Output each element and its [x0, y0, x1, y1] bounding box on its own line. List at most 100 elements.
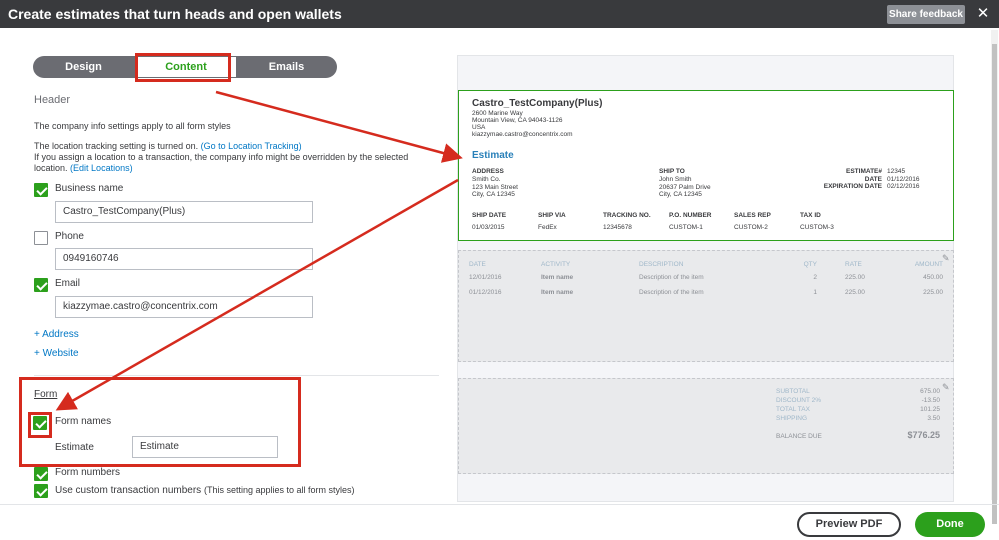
preview-ship-header: SHIP VIA [538, 212, 566, 219]
estimate-label: Estimate [55, 442, 94, 453]
form-names-label: Form names [55, 416, 112, 427]
total-value: 101.25 [920, 406, 940, 413]
items-header: ACTIVITY [541, 261, 571, 268]
total-label: SHIPPING [776, 415, 808, 422]
estimate-name-input[interactable]: Estimate [132, 436, 278, 458]
location-prefix: location. [34, 163, 68, 173]
preview-estimate-no-label: ESTIMATE# [846, 168, 882, 175]
business-name-checkbox[interactable] [34, 183, 48, 197]
preview-email: kiazzymae.castro@concentrix.com [472, 131, 573, 138]
preview-addr2: Mountain View, CA 94043-1126 [472, 117, 563, 124]
edit-locations-link[interactable]: (Edit Locations) [70, 163, 133, 173]
item-cell: 450.00 [923, 274, 943, 281]
company-info-note: The company info settings apply to all f… [34, 121, 231, 131]
preview-pdf-button[interactable]: Preview PDF [797, 512, 901, 537]
add-website-link[interactable]: + Website [34, 348, 79, 359]
item-cell: Item name [541, 289, 574, 296]
preview-ship-header: SHIP DATE [472, 212, 507, 219]
total-label: SUBTOTAL [776, 388, 810, 395]
preview-totals-section[interactable] [458, 378, 954, 474]
preview-company-name: Castro_TestCompany(Plus) [472, 98, 603, 109]
preview-ship-value: CUSTOM-3 [800, 224, 834, 231]
preview-ship-value: CUSTOM-2 [734, 224, 768, 231]
phone-label: Phone [55, 231, 84, 242]
preview-address-line: City, CA 12345 [472, 191, 515, 198]
preview-shipto-label: SHIP TO [659, 168, 685, 175]
preview-ship-header: SALES REP [734, 212, 771, 219]
close-icon[interactable]: ✕ [975, 4, 991, 22]
items-header: DESCRIPTION [639, 261, 684, 268]
title-bar: Create estimates that turn heads and ope… [0, 0, 999, 28]
business-name-input[interactable]: Castro_TestCompany(Plus) [55, 201, 313, 223]
go-to-location-tracking-link[interactable]: (Go to Location Tracking) [201, 141, 302, 151]
email-input[interactable]: kiazzymae.castro@concentrix.com [55, 296, 313, 318]
item-cell: 1 [813, 289, 817, 296]
preview-expiration: 02/12/2016 [887, 183, 920, 190]
custom-numbers-note: (This setting applies to all form styles… [203, 485, 355, 495]
email-checkbox[interactable] [34, 278, 48, 292]
location-tracking-line: The location tracking setting is turned … [34, 141, 302, 152]
preview-doc-title: Estimate [472, 150, 514, 161]
annotation-highlight-content-tab [135, 53, 231, 82]
item-cell: Item name [541, 274, 574, 281]
location-tracking-text: The location tracking setting is turned … [34, 141, 199, 151]
form-numbers-label: Form numbers [55, 467, 121, 478]
tab-emails[interactable]: Emails [236, 56, 337, 78]
items-header: AMOUNT [914, 261, 943, 268]
phone-checkbox[interactable] [34, 231, 48, 245]
scrollbar[interactable] [991, 30, 998, 524]
total-value: 3.50 [927, 415, 940, 422]
add-address-link[interactable]: + Address [34, 329, 79, 340]
footer-divider [0, 504, 999, 505]
phone-input[interactable]: 0949160746 [55, 248, 313, 270]
preview-shipto-line: John Smith [659, 176, 692, 183]
preview-ship-header: TRACKING NO. [603, 212, 651, 219]
preview-ship-header: P.O. NUMBER [669, 212, 712, 219]
preview-address-line: Smith Co. [472, 176, 501, 183]
location-line: location. (Edit Locations) [34, 163, 133, 174]
preview-ship-value: CUSTOM-1 [669, 224, 703, 231]
item-cell: 225.00 [923, 289, 943, 296]
section-divider [34, 375, 439, 376]
business-name-label: Business name [55, 183, 124, 194]
preview-address-label: ADDRESS [472, 168, 504, 175]
preview-estimate-no: 12345 [887, 168, 906, 175]
preview-ship-value: 12345678 [603, 224, 632, 231]
pencil-icon[interactable]: ✎ [942, 253, 950, 264]
annotation-highlight-checkbox [28, 412, 52, 438]
preview-items-section[interactable] [458, 250, 954, 362]
scrollbar-thumb[interactable] [992, 44, 997, 524]
item-cell: Description of the item [639, 274, 704, 281]
item-cell: Description of the item [639, 289, 704, 296]
preview-ship-header: TAX ID [800, 212, 821, 219]
custom-numbers-label: Use custom transaction numbers [55, 485, 202, 496]
dialog-title: Create estimates that turn heads and ope… [8, 6, 342, 22]
item-cell: 01/12/2016 [469, 289, 502, 296]
preview-ship-value: FedEx [538, 224, 557, 231]
done-button[interactable]: Done [915, 512, 985, 537]
tab-design[interactable]: Design [33, 56, 134, 78]
balance-due-label: BALANCE DUE [776, 433, 822, 440]
total-value: 675.00 [920, 388, 940, 395]
item-cell: 225.00 [845, 289, 865, 296]
item-cell: 12/01/2016 [469, 274, 502, 281]
section-header-title: Header [34, 94, 71, 106]
preview-expiration-label: EXPIRATION DATE [823, 183, 882, 190]
preview-shipto-line: City, CA 12345 [659, 191, 702, 198]
override-note: If you assign a location to a transactio… [34, 152, 409, 162]
form-numbers-checkbox[interactable] [34, 467, 48, 481]
items-header: DATE [469, 261, 486, 268]
items-header: QTY [803, 261, 817, 268]
total-label: TOTAL TAX [776, 406, 810, 413]
total-label: DISCOUNT 2% [776, 397, 822, 404]
item-cell: 225.00 [845, 274, 865, 281]
total-value: -13.50 [921, 397, 940, 404]
items-header: RATE [845, 261, 862, 268]
preview-ship-value: 01/03/2015 [472, 224, 505, 231]
custom-numbers-checkbox[interactable] [34, 484, 48, 498]
share-feedback-button[interactable]: Share feedback [887, 5, 965, 24]
custom-numbers-line: Use custom transaction numbers (This set… [55, 485, 355, 496]
pencil-icon[interactable]: ✎ [942, 382, 950, 393]
email-label: Email [55, 278, 81, 289]
balance-due-value: $776.25 [907, 430, 940, 440]
